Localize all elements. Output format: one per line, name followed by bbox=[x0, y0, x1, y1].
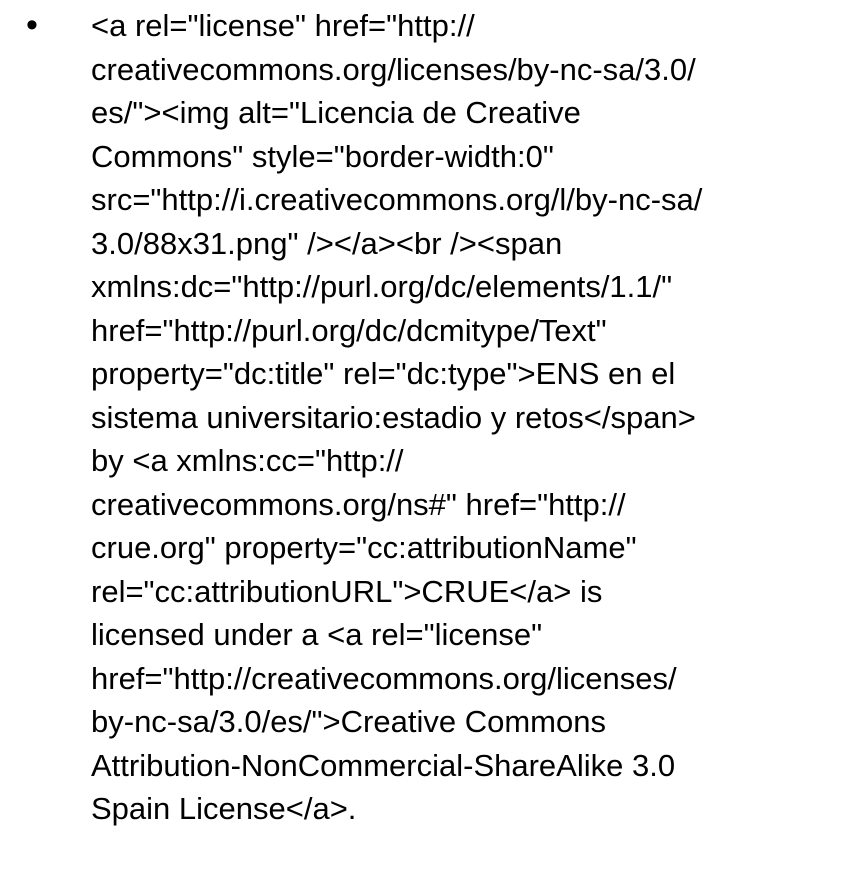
text-line: xmlns:dc="http://purl.org/dc/elements/1.… bbox=[91, 269, 673, 304]
text-line: src="http://i.creativecommons.org/l/by-n… bbox=[91, 182, 703, 217]
bullet-marker: • bbox=[26, 6, 38, 44]
text-line: Attribution-NonCommercial-ShareAlike 3.0 bbox=[91, 747, 676, 783]
text-line: crue.org" property="cc:attributionName" bbox=[91, 530, 637, 565]
slide-canvas: • <a rel="license" href="http:// creativ… bbox=[0, 0, 857, 875]
text-line: property="dc:title" rel="dc:type">ENS en… bbox=[91, 356, 676, 391]
text-line: href="http://purl.org/dc/dcmitype/Text" bbox=[91, 312, 607, 348]
text-line: creativecommons.org/ns#" href="http:// bbox=[91, 486, 626, 522]
text-line: sistema universitario:estadio y retos</s… bbox=[91, 399, 696, 435]
text-line: es/"><img alt="Licencia de Creative bbox=[91, 95, 581, 130]
text-line: rel="cc:attributionURL">CRUE</a> is bbox=[91, 573, 603, 609]
text-line: 3.0/88x31.png" /></a><br /><span bbox=[91, 225, 563, 261]
text-line: Commons" style="border-width:0" bbox=[91, 138, 554, 174]
text-line: by <a xmlns:cc="http:// bbox=[91, 443, 404, 478]
text-line: licensed under a <a rel="license" bbox=[91, 617, 543, 652]
text-line: by-nc-sa/3.0/es/">Creative Commons bbox=[91, 704, 606, 739]
text-line: Spain License</a>. bbox=[91, 791, 357, 826]
text-line: <a rel="license" href="http:// bbox=[91, 8, 475, 43]
text-line: creativecommons.org/licenses/by-nc-sa/3.… bbox=[91, 51, 696, 87]
license-html-snippet: <a rel="license" href="http:// creativec… bbox=[91, 4, 857, 831]
text-line: href="http://creativecommons.org/license… bbox=[91, 660, 677, 696]
